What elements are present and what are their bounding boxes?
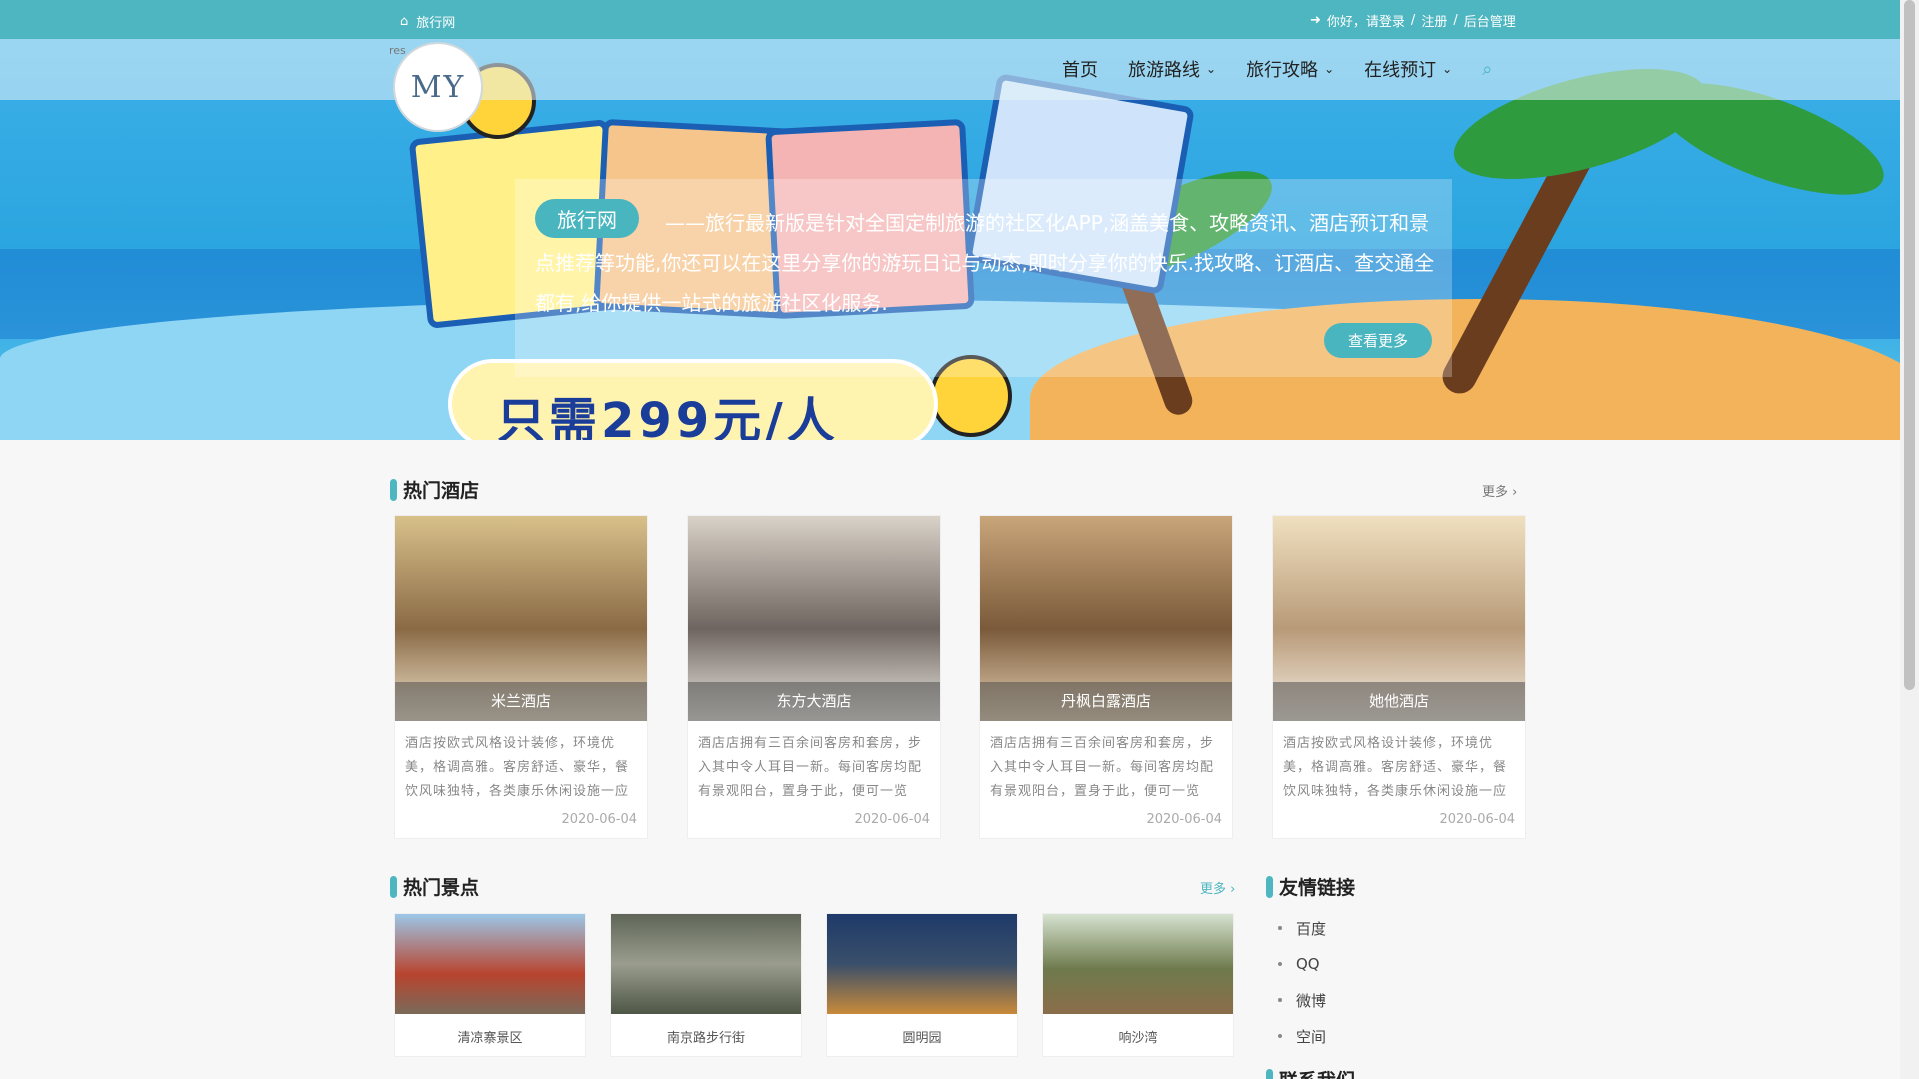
separator: / [1410,13,1416,28]
spot-card[interactable]: 响沙湾 [1042,913,1234,1057]
heading-marker [1266,1068,1273,1079]
friend-link[interactable]: QQ [1278,946,1326,982]
nav-routes[interactable]: 旅游路线 ⌄ [1128,56,1216,82]
login-link[interactable]: 你好，请登录 [1327,11,1405,30]
scrollbar-thumb[interactable] [1904,0,1915,690]
nav-booking-label: 在线预订 [1364,60,1437,81]
admin-link[interactable]: 后台管理 [1464,11,1516,30]
spot-name: 清凉寨景区 [457,1031,523,1046]
bullet-icon [1278,998,1282,1002]
hot-hotels-title: 热门酒店 [403,480,480,502]
friend-link-label: QQ [1296,955,1320,973]
heading-marker [390,478,397,501]
hotel-date: 2020-06-04 [1439,812,1515,827]
nav-routes-label: 旅游路线 [1128,60,1200,81]
login-icon: ➜ [1310,13,1321,28]
hotel-description: 酒店店拥有三百余间客房和套房，步入其中令人耳目一新。每间客房均配有景观阳台，置身… [990,736,1215,799]
separator: / [1453,13,1458,28]
chevron-right-icon: › [1226,882,1236,897]
friend-links-heading: 友情链接 [1266,873,1355,900]
nav-guides-label: 旅行攻略 [1246,60,1319,81]
spot-card[interactable]: 圆明园 [826,913,1018,1057]
friend-link-label: 微博 [1296,991,1327,1010]
hotel-description: 酒店按欧式风格设计装修，环境优美，格调高雅。客房舒适、豪华，餐饮风味独特，各类康… [1283,736,1508,799]
spot-image [827,914,1017,1014]
hotel-description: 酒店店拥有三百余间客房和套房，步入其中令人耳目一新。每间客房均配有景观阳台，置身… [698,736,923,799]
spot-image [395,914,585,1014]
hot-hotels-more-link[interactable]: 更多 › [1482,481,1517,500]
hotel-card[interactable]: 她他酒店 酒店按欧式风格设计装修，环境优美，格调高雅。客房舒适、豪华，餐饮风味独… [1272,515,1526,839]
hotel-name: 米兰酒店 [395,682,647,721]
chevron-down-icon: ⌄ [1206,62,1217,76]
friend-link-label: 空间 [1296,1027,1327,1046]
spot-card[interactable]: 清凉寨景区 [394,913,586,1057]
hotel-card[interactable]: 米兰酒店 酒店按欧式风格设计装修，环境优美，格调高雅。客房舒适、豪华，餐饮风味独… [394,515,648,839]
spot-card[interactable]: 南京路步行街 [610,913,802,1057]
more-label: 更多 [1482,485,1509,500]
nav-bar [0,39,1900,100]
nav-home-label: 首页 [1062,60,1098,81]
site-name: 旅行网 [416,16,456,31]
bullet-icon [1278,926,1282,930]
hotel-name: 丹枫白露酒店 [980,682,1232,721]
bullet-icon [1278,1034,1282,1038]
chevron-down-icon: ⌄ [1442,62,1453,76]
hot-hotels-heading: 热门酒店 [390,476,479,503]
hot-spots-more-link[interactable]: 更多 › [1200,878,1235,897]
spot-image [611,914,801,1014]
view-more-button[interactable]: 查看更多 [1323,323,1432,358]
intro-description: ——旅行最新版是针对全国定制旅游的社区化APP,涵盖美食、攻略资讯、酒店预订和景… [535,211,1435,315]
slogan-text: 只需299元/人 [497,393,839,440]
hotel-date: 2020-06-04 [1146,812,1222,827]
account-links: ➜ 你好，请登录 / 注册 / 后台管理 [1310,11,1516,30]
intro-panel: 旅行网 ——旅行最新版是针对全国定制旅游的社区化APP,涵盖美食、攻略资讯、酒店… [515,179,1452,377]
home-link[interactable]: ⌂ 旅行网 [400,12,455,31]
hotel-date: 2020-06-04 [854,812,930,827]
home-icon: ⌂ [400,14,409,29]
site-logo[interactable]: MY [393,42,483,132]
logo-text: MY [410,69,466,105]
hotel-name: 东方大酒店 [688,682,940,721]
main-nav: 首页 旅游路线 ⌄ 旅行攻略 ⌄ 在线预订 ⌄ ⌕ [1062,56,1492,82]
spot-name: 响沙湾 [1118,1031,1158,1046]
chevron-down-icon: ⌄ [1324,62,1335,76]
spot-name: 南京路步行街 [666,1031,745,1046]
register-link[interactable]: 注册 [1421,11,1447,30]
more-label: 更多 [1200,882,1227,897]
logo-caption: res [389,44,406,57]
nav-home[interactable]: 首页 [1062,56,1098,82]
search-icon[interactable]: ⌕ [1482,59,1492,80]
friend-link[interactable]: 空间 [1278,1018,1326,1054]
nav-guides[interactable]: 旅行攻略 ⌄ [1246,56,1334,82]
friend-link[interactable]: 微博 [1278,982,1326,1018]
chevron-right-icon: › [1508,485,1518,500]
hotel-card[interactable]: 丹枫白露酒店 酒店店拥有三百余间客房和套房，步入其中令人耳目一新。每间客房均配有… [979,515,1233,839]
nav-booking[interactable]: 在线预订 ⌄ [1364,56,1452,82]
contact-heading: 联系我们 [1266,1066,1355,1079]
friend-link[interactable]: 百度 [1278,910,1326,946]
top-bar: ⌂ 旅行网 ➜ 你好，请登录 / 注册 / 后台管理 [0,0,1900,39]
hotel-name: 她他酒店 [1273,682,1525,721]
hotel-date: 2020-06-04 [561,812,637,827]
spot-name: 圆明园 [902,1031,942,1046]
bullet-icon [1278,962,1282,966]
heading-marker [1266,875,1273,898]
spot-image [1043,914,1233,1014]
hot-spots-heading: 热门景点 [390,873,479,900]
hot-spots-title: 热门景点 [403,877,480,899]
friend-links-list: 百度 QQ 微博 空间 [1278,910,1326,1054]
friend-links-title: 友情链接 [1279,877,1356,899]
friend-link-label: 百度 [1296,919,1327,938]
hotel-card[interactable]: 东方大酒店 酒店店拥有三百余间客房和套房，步入其中令人耳目一新。每间客房均配有景… [687,515,941,839]
hotel-description: 酒店按欧式风格设计装修，环境优美，格调高雅。客房舒适、豪华，餐饮风味独特，各类康… [405,736,630,799]
heading-marker [390,875,397,898]
contact-title: 联系我们 [1279,1066,1355,1079]
